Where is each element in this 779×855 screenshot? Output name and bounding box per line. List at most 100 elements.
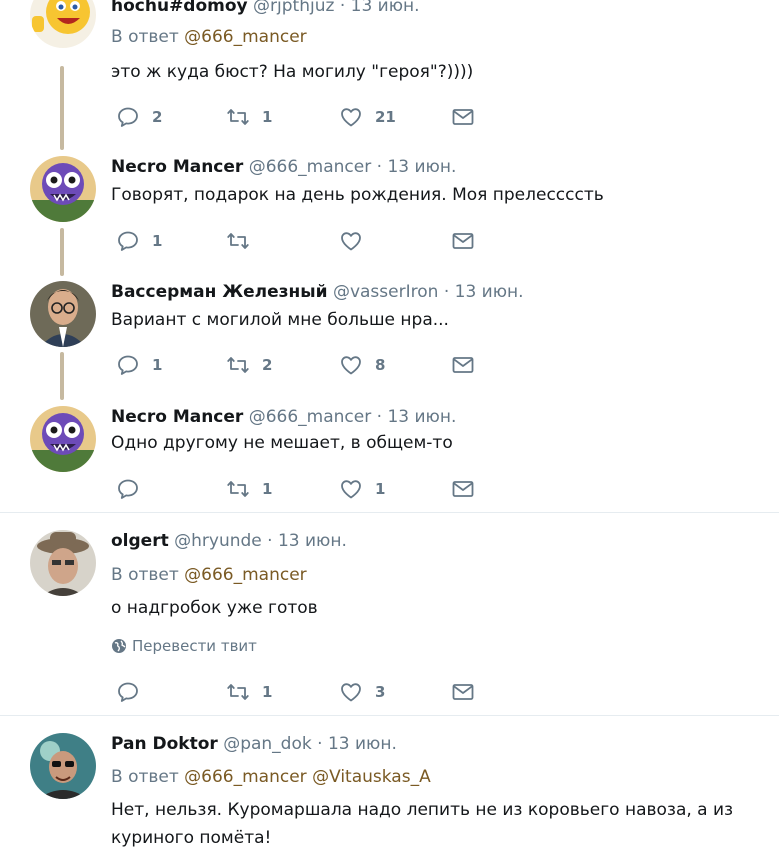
separator-dot: · — [317, 734, 323, 754]
display-name[interactable]: hochu#domoy — [111, 0, 248, 16]
envelope-icon — [451, 680, 475, 704]
tweet-header: hochu#domoy @rjpthjuz · 13 июн. — [111, 0, 420, 17]
retweet-icon — [226, 105, 250, 129]
like-count: 3 — [375, 683, 386, 701]
mention-link[interactable]: @666_mancer @Vitauskas_A — [184, 767, 431, 787]
display-name[interactable]: Necro Mancer — [111, 157, 243, 177]
display-name[interactable]: Necro Mancer — [111, 407, 243, 427]
timestamp[interactable]: 13 июн. — [278, 531, 347, 551]
heart-icon — [339, 680, 363, 704]
reply-button[interactable]: 2 — [116, 104, 162, 130]
retweet-button[interactable] — [226, 228, 262, 254]
direct-message-button[interactable] — [451, 679, 475, 705]
tweet-text: Нет, нельзя. Куромаршала надо лепить не … — [111, 796, 761, 852]
timestamp[interactable]: 13 июн. — [351, 0, 420, 16]
reply-count: 1 — [152, 232, 163, 250]
user-handle[interactable]: @pan_dok — [223, 734, 312, 754]
reply-count: 2 — [152, 108, 163, 126]
tweet-header: olgert @hryunde · 13 июн. — [111, 530, 347, 552]
tweet[interactable]: Вассерман Железный @vasserIron · 13 июн.… — [0, 275, 779, 390]
user-handle[interactable]: @hryunde — [174, 531, 262, 551]
reply-count: 1 — [152, 356, 163, 374]
tweet-actions: 1 — [111, 228, 481, 254]
like-count: 8 — [375, 356, 386, 374]
thread-connector — [60, 352, 64, 400]
thread-connector — [60, 228, 64, 276]
timestamp[interactable]: 13 июн. — [387, 407, 456, 427]
envelope-icon — [451, 105, 475, 129]
avatar-photo[interactable] — [30, 281, 96, 347]
tweet[interactable]: olgert @hryunde · 13 июн. В ответ @666_m… — [0, 513, 779, 716]
avatar-photo[interactable] — [30, 530, 96, 596]
user-handle[interactable]: @666_mancer — [249, 407, 372, 427]
display-name[interactable]: Вассерман Железный — [111, 282, 328, 302]
display-name[interactable]: Pan Doktor — [111, 734, 218, 754]
tweet[interactable]: Necro Mancer @666_mancer · 13 июн. Одно … — [0, 400, 779, 512]
separator-dot: · — [267, 531, 273, 551]
tweet-actions: 2 1 21 — [111, 104, 481, 130]
user-handle[interactable]: @vasserIron — [333, 282, 438, 302]
avatar-emoji[interactable] — [30, 0, 96, 48]
retweet-count: 1 — [262, 108, 273, 126]
thread-connector — [60, 66, 64, 150]
heart-icon — [339, 229, 363, 253]
reply-button[interactable] — [116, 476, 152, 502]
translate-tweet-link[interactable]: Перевести твит — [111, 637, 257, 655]
display-name[interactable]: olgert — [111, 531, 169, 551]
retweet-count: 2 — [262, 356, 273, 374]
heart-icon — [339, 477, 363, 501]
envelope-icon — [451, 477, 475, 501]
tweet-actions: 1 3 — [111, 679, 481, 705]
retweet-count: 1 — [262, 683, 273, 701]
avatar-purple-monster[interactable] — [30, 156, 96, 222]
reply-context: В ответ @666_mancer — [111, 26, 307, 48]
reply-icon — [116, 105, 140, 129]
avatar-photo[interactable] — [30, 733, 96, 799]
reply-context: В ответ @666_mancer — [111, 564, 307, 586]
globe-icon — [112, 639, 126, 653]
translate-label: Перевести твит — [132, 637, 257, 655]
separator-dot: · — [376, 157, 383, 177]
retweet-button[interactable]: 2 — [226, 352, 272, 378]
reply-prefix: В ответ — [111, 565, 179, 585]
like-button[interactable]: 8 — [339, 352, 385, 378]
like-button[interactable]: 21 — [339, 104, 396, 130]
separator-dot: · — [339, 0, 346, 16]
retweet-button[interactable]: 1 — [226, 679, 272, 705]
timestamp[interactable]: 13 июн. — [455, 282, 524, 302]
retweet-button[interactable]: 1 — [226, 104, 272, 130]
mention-link[interactable]: @666_mancer — [184, 27, 307, 47]
tweet[interactable]: Pan Doktor @pan_dok · 13 июн. В ответ @6… — [0, 716, 779, 855]
direct-message-button[interactable] — [451, 476, 475, 502]
reply-icon — [116, 477, 140, 501]
tweet-text: Одно другому не мешает, в общем-то — [111, 433, 453, 453]
reply-icon — [116, 680, 140, 704]
user-handle[interactable]: @666_mancer — [249, 157, 372, 177]
reply-button[interactable]: 1 — [116, 352, 162, 378]
like-button[interactable]: 3 — [339, 679, 385, 705]
tweet-text-line: Нет, нельзя. Куромаршала надо лепить не … — [111, 800, 734, 820]
retweet-icon — [226, 229, 250, 253]
avatar-purple-monster[interactable] — [30, 406, 96, 472]
heart-icon — [339, 105, 363, 129]
reply-button[interactable]: 1 — [116, 228, 162, 254]
reply-icon — [116, 229, 140, 253]
like-button[interactable]: 1 — [339, 476, 385, 502]
tweet[interactable]: hochu#domoy @rjpthjuz · 13 июн. В ответ … — [0, 0, 779, 140]
mention-link[interactable]: @666_mancer — [184, 565, 307, 585]
envelope-icon — [451, 353, 475, 377]
like-button[interactable] — [339, 228, 375, 254]
separator-dot: · — [376, 407, 383, 427]
direct-message-button[interactable] — [451, 228, 475, 254]
tweet-text: о надгробок уже готов — [111, 598, 318, 618]
user-handle[interactable]: @rjpthjuz — [253, 0, 334, 16]
reply-button[interactable] — [116, 679, 152, 705]
timestamp[interactable]: 13 июн. — [328, 734, 397, 754]
retweet-icon — [226, 680, 250, 704]
direct-message-button[interactable] — [451, 352, 475, 378]
direct-message-button[interactable] — [451, 104, 475, 130]
timestamp[interactable]: 13 июн. — [387, 157, 456, 177]
tweet[interactable]: Necro Mancer @666_mancer · 13 июн. Говор… — [0, 150, 779, 265]
reply-prefix: В ответ — [111, 767, 179, 787]
retweet-button[interactable]: 1 — [226, 476, 272, 502]
